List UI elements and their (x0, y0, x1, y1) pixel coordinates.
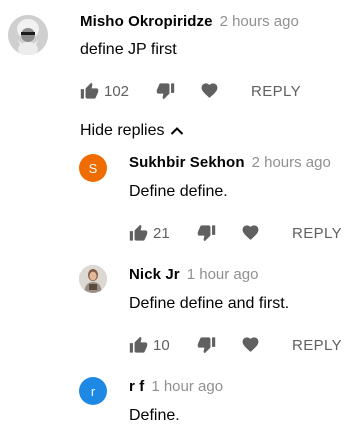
comment-header: Sukhbir Sekhon 2 hours ago (129, 154, 331, 172)
thumbs-up-icon[interactable] (80, 82, 99, 101)
comment-text: define JP first (80, 41, 177, 58)
reply-button[interactable]: REPLY (251, 83, 301, 100)
avatar-letter: S (88, 160, 98, 176)
heart-icon[interactable] (200, 81, 219, 100)
heart-icon[interactable] (241, 223, 260, 242)
thumbs-up-icon[interactable] (129, 336, 148, 355)
comment-header: Nick Jr 1 hour ago (129, 266, 258, 284)
avatar[interactable] (79, 265, 107, 293)
thumbs-down-icon[interactable] (156, 81, 175, 100)
author-name[interactable]: Sukhbir Sekhon (129, 154, 245, 171)
comment-text: Define define and first. (129, 295, 290, 312)
hide-replies-toggle[interactable]: Hide replies (80, 122, 184, 140)
reply-button[interactable]: REPLY (292, 337, 342, 354)
thumbs-down-icon[interactable] (197, 223, 216, 242)
comment-header: r f 1 hour ago (129, 378, 223, 396)
avatar[interactable] (8, 15, 48, 55)
comment-time[interactable]: 2 hours ago (220, 13, 299, 30)
comment-header: Misho Okropiridze 2 hours ago (80, 13, 299, 31)
hide-replies-label: Hide replies (80, 122, 165, 139)
heart-icon[interactable] (241, 335, 260, 354)
comments-section: Misho Okropiridze 2 hours ago define JP f… (0, 0, 353, 438)
comment-time[interactable]: 1 hour ago (151, 378, 223, 395)
bearded-man-avatar-icon (8, 15, 48, 55)
reply-button[interactable]: REPLY (292, 225, 342, 242)
like-count: 10 (153, 336, 170, 354)
like-count: 102 (104, 82, 130, 100)
author-name[interactable]: Misho Okropiridze (80, 13, 213, 30)
comment-actions: 21 (129, 219, 170, 247)
comment-text: Define. (129, 407, 180, 424)
comment-text: Define define. (129, 183, 228, 200)
thumbs-down-icon[interactable] (197, 335, 216, 354)
thumbs-up-icon[interactable] (129, 224, 148, 243)
comment-actions: 10 (129, 331, 170, 359)
comment-time[interactable]: 1 hour ago (187, 266, 259, 283)
author-name[interactable]: r f (129, 378, 144, 395)
comment-actions: 102 (80, 77, 129, 105)
like-count: 21 (153, 224, 170, 242)
avatar-letter: r (90, 383, 96, 399)
comment-time[interactable]: 2 hours ago (252, 154, 331, 171)
chevron-up-icon (170, 126, 184, 136)
person-photo-avatar-icon (79, 265, 107, 293)
author-name[interactable]: Nick Jr (129, 266, 180, 283)
avatar[interactable]: S (79, 154, 107, 182)
avatar[interactable]: r (79, 377, 107, 405)
